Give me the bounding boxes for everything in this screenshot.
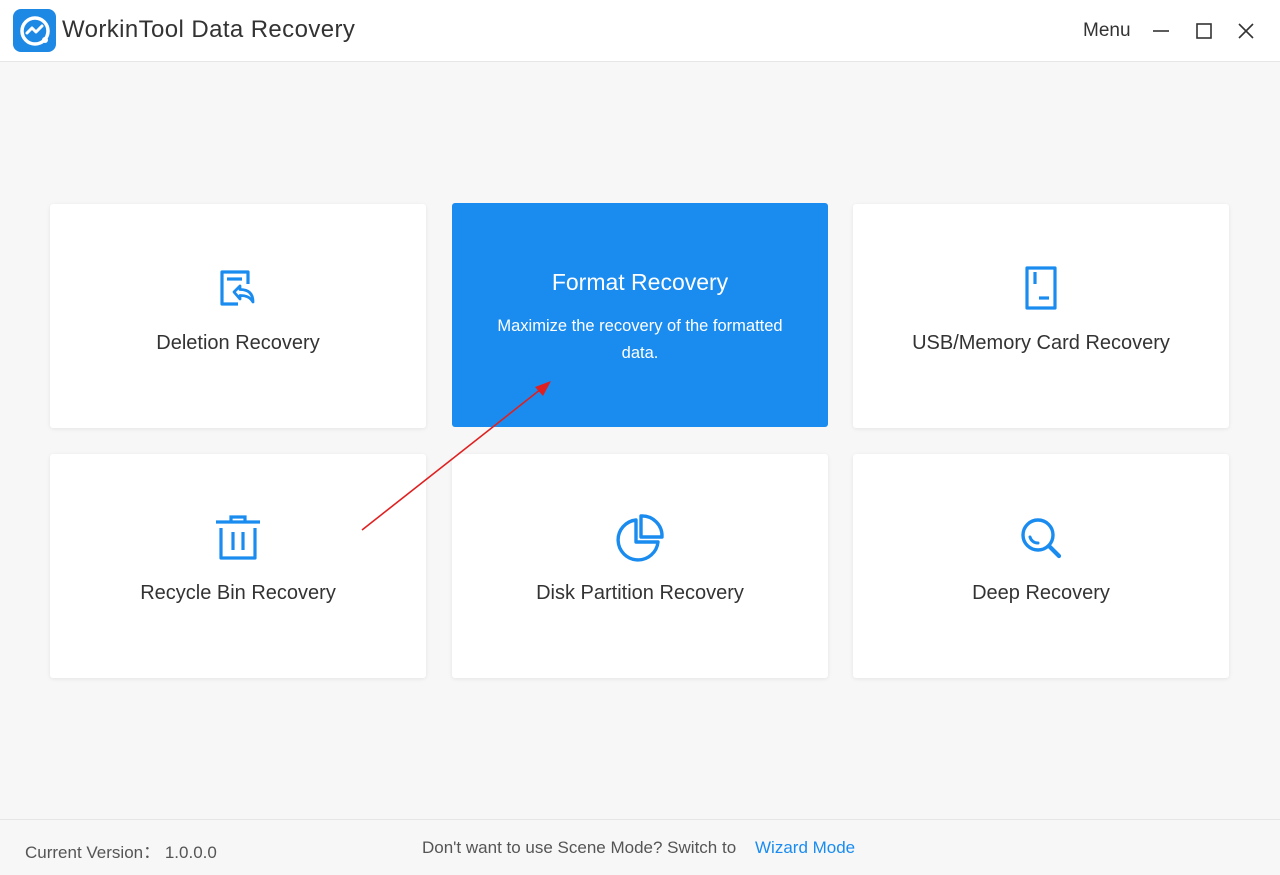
wizard-mode-link[interactable]: Wizard Mode (755, 838, 855, 858)
card-label: Deep Recovery (853, 582, 1229, 605)
card-description: Maximize the recovery of the formatted d… (482, 313, 798, 367)
card-label: Deletion Recovery (50, 332, 426, 355)
app-title: WorkinTool Data Recovery (62, 16, 355, 44)
title-bar: WorkinTool Data Recovery Menu (0, 0, 1280, 62)
menu-button[interactable]: Menu (1083, 20, 1131, 42)
card-label: Disk Partition Recovery (452, 582, 828, 605)
close-icon[interactable] (1233, 18, 1259, 44)
pie-chart-icon (614, 512, 666, 564)
annotation-arrow (0, 0, 1280, 875)
recycle-bin-recovery-card[interactable]: Recycle Bin Recovery (50, 454, 426, 678)
deep-recovery-card[interactable]: Deep Recovery (853, 454, 1229, 678)
file-restore-icon (212, 262, 264, 314)
card-label: USB/Memory Card Recovery (853, 332, 1229, 355)
maximize-icon[interactable] (1191, 18, 1217, 44)
version-text: Current Version： 1.0.0.0 (25, 838, 217, 863)
deletion-recovery-card[interactable]: Deletion Recovery (50, 204, 426, 428)
card-label: Recycle Bin Recovery (50, 582, 426, 605)
usb-memory-card-recovery-card[interactable]: USB/Memory Card Recovery (853, 204, 1229, 428)
format-recovery-card[interactable]: Format Recovery Maximize the recovery of… (452, 203, 828, 427)
deep-search-icon (1015, 512, 1067, 564)
mode-switch-prompt: Don't want to use Scene Mode? Switch to (422, 838, 736, 858)
trash-icon (212, 512, 264, 564)
card-label: Format Recovery (452, 269, 828, 296)
sd-card-icon (1015, 262, 1067, 314)
disk-partition-recovery-card[interactable]: Disk Partition Recovery (452, 454, 828, 678)
app-logo-icon (13, 9, 56, 52)
minimize-icon[interactable] (1148, 18, 1174, 44)
footer-bar: Current Version： 1.0.0.0 Don't want to u… (0, 819, 1280, 875)
